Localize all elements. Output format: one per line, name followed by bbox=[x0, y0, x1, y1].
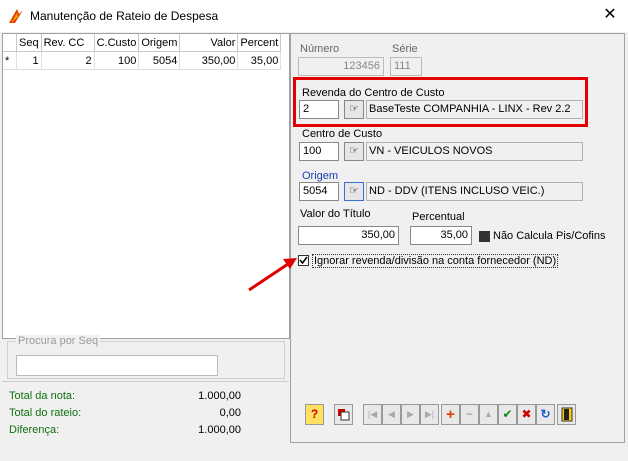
col-header-origem[interactable]: Origem bbox=[138, 34, 181, 52]
col-header-c-custo[interactable]: C.Custo bbox=[94, 34, 140, 52]
valor-titulo-field[interactable]: 350,00 bbox=[298, 226, 399, 245]
search-group: Procura por Seq bbox=[7, 335, 285, 379]
table-header-row: Seq Rev. CC C.Custo Origem Valor Percent bbox=[3, 34, 282, 52]
numero-field[interactable]: 123456 bbox=[298, 57, 384, 76]
cell-percent[interactable]: 35,00 bbox=[237, 51, 282, 70]
minus-icon: − bbox=[465, 407, 473, 421]
next-icon: ▶ bbox=[407, 409, 414, 419]
origem-label: Origem bbox=[302, 170, 339, 182]
percentual-label: Percentual bbox=[412, 211, 465, 223]
total-nota-value: 1.000,00 bbox=[198, 390, 241, 402]
last-record-button[interactable]: ▶| bbox=[420, 404, 439, 425]
totals-panel: Total da nota: 1.000,00 Total do rateio: 0… bbox=[9, 390, 241, 441]
col-header-percent[interactable]: Percent bbox=[237, 34, 282, 52]
serie-field[interactable]: 111 bbox=[390, 57, 422, 76]
help-button[interactable]: ? bbox=[305, 404, 324, 425]
exit-door-icon bbox=[561, 407, 572, 422]
origem-field[interactable]: 5054 bbox=[299, 182, 339, 201]
close-icon[interactable]: ✕ bbox=[600, 5, 620, 25]
percentual-field[interactable]: 35,00 bbox=[410, 226, 472, 245]
last-icon: ▶| bbox=[424, 409, 435, 419]
col-header-rev-cc[interactable]: Rev. CC bbox=[41, 34, 95, 52]
nao-calcula-pis-checkbox[interactable] bbox=[479, 231, 490, 242]
nao-calcula-pis-label[interactable]: Não Calcula Pis/Cofins bbox=[493, 230, 606, 242]
table-row[interactable]: * 1 2 100 5054 350,00 35,00 bbox=[3, 51, 282, 70]
title-bar: Manutenção de Rateio de Despesa ✕ bbox=[0, 0, 628, 32]
delete-button[interactable]: − bbox=[460, 404, 479, 425]
centro-custo-lookup-button[interactable]: ☞ bbox=[344, 142, 364, 161]
red-highlight-box bbox=[293, 77, 588, 127]
total-rateio-label: Total do rateio: bbox=[9, 407, 82, 419]
prior-icon: ◀ bbox=[388, 409, 395, 419]
ignorar-revenda-label[interactable]: Ignorar revenda/divisão na conta fornece… bbox=[312, 254, 559, 268]
cell-valor[interactable]: 350,00 bbox=[179, 51, 239, 70]
plus-icon: + bbox=[446, 406, 455, 423]
check-icon: ✔ bbox=[502, 407, 513, 421]
app-logo-icon bbox=[9, 9, 23, 23]
next-record-button[interactable]: ▶ bbox=[401, 404, 420, 425]
post-button[interactable]: ✔ bbox=[498, 404, 517, 425]
origem-lookup-button[interactable]: ☞ bbox=[344, 182, 364, 201]
prior-record-button[interactable]: ◀ bbox=[382, 404, 401, 425]
row-indicator-header bbox=[3, 34, 17, 52]
cell-seq[interactable]: 1 bbox=[16, 51, 42, 70]
insert-button[interactable]: + bbox=[441, 404, 460, 425]
first-icon: |◀ bbox=[367, 409, 378, 419]
pointing-hand-icon: ☞ bbox=[349, 185, 359, 197]
exit-button[interactable] bbox=[557, 404, 576, 425]
centro-custo-label: Centro de Custo bbox=[302, 128, 383, 140]
col-header-seq[interactable]: Seq bbox=[16, 34, 42, 52]
help-icon: ? bbox=[310, 407, 319, 421]
diferenca-label: Diferença: bbox=[9, 424, 60, 436]
cancel-button[interactable]: ✖ bbox=[517, 404, 536, 425]
centro-custo-field[interactable]: 100 bbox=[299, 142, 339, 161]
search-input[interactable] bbox=[16, 355, 218, 376]
first-record-button[interactable]: |◀ bbox=[363, 404, 382, 425]
refresh-icon: ↻ bbox=[540, 407, 551, 421]
serie-label: Série bbox=[392, 43, 418, 55]
window-title: Manutenção de Rateio de Despesa bbox=[30, 9, 219, 23]
cell-c-custo[interactable]: 100 bbox=[94, 51, 140, 70]
divider bbox=[2, 381, 289, 382]
cell-origem[interactable]: 5054 bbox=[138, 51, 181, 70]
cell-rev-cc[interactable]: 2 bbox=[41, 51, 95, 70]
print-icon bbox=[338, 409, 350, 421]
pointing-hand-icon: ☞ bbox=[349, 145, 359, 157]
edit-icon: ▲ bbox=[484, 409, 493, 419]
centro-custo-description: VN - VEICULOS NOVOS bbox=[366, 142, 583, 161]
origem-description: ND - DDV (ITENS INCLUSO VEIC.) bbox=[366, 182, 583, 201]
total-rateio-value: 0,00 bbox=[219, 407, 241, 419]
search-label: Procura por Seq bbox=[16, 335, 101, 347]
row-marker: * bbox=[3, 51, 17, 70]
red-arrow-icon bbox=[248, 258, 297, 292]
valor-titulo-label: Valor do Título bbox=[300, 208, 371, 220]
cancel-x-icon: ✖ bbox=[521, 407, 532, 421]
col-header-valor[interactable]: Valor bbox=[179, 34, 239, 52]
total-nota-label: Total da nota: bbox=[9, 390, 76, 402]
edit-button[interactable]: ▲ bbox=[479, 404, 498, 425]
refresh-button[interactable]: ↻ bbox=[536, 404, 555, 425]
diferenca-value: 1.000,00 bbox=[198, 424, 241, 436]
numero-label: Número bbox=[300, 43, 340, 55]
rateio-table: Seq Rev. CC C.Custo Origem Valor Percent… bbox=[3, 34, 282, 70]
print-button[interactable] bbox=[334, 404, 353, 425]
